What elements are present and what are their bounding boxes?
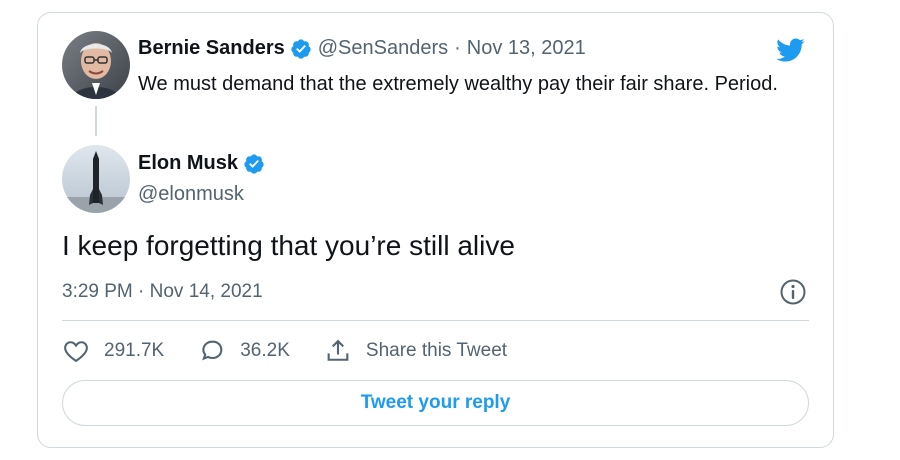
parent-tweet-text: We must demand that the extremely wealth… (138, 73, 778, 95)
verified-badge-icon (290, 38, 312, 60)
parent-tweet-header: Bernie Sanders @SenSanders · Nov 13, 202… (138, 37, 586, 60)
main-author-name[interactable]: Elon Musk (138, 152, 238, 175)
reply-count-button[interactable]: 36.2K (198, 337, 290, 365)
verified-badge-icon (243, 153, 265, 175)
heart-icon (64, 341, 88, 363)
like-button[interactable]: 291.7K (62, 337, 164, 365)
elon-musk-avatar[interactable] (62, 145, 130, 213)
parent-author-handle[interactable]: @SenSanders (318, 37, 448, 60)
reply-bubble-icon (202, 340, 223, 361)
main-tweet-text: I keep forgetting that you’re still aliv… (62, 230, 515, 261)
bernie-sanders-avatar[interactable] (62, 31, 130, 99)
tweet-actions: 291.7K 36.2K Share this Tweet (62, 337, 541, 365)
share-icon (327, 339, 349, 361)
twitter-bird-icon[interactable] (773, 35, 807, 65)
header-separator: · (454, 37, 461, 59)
main-tweet-header: Elon Musk (138, 152, 271, 175)
embedded-tweet-card: Bernie Sanders @SenSanders · Nov 13, 202… (37, 12, 834, 448)
info-icon[interactable] (779, 278, 807, 306)
parent-author-name[interactable]: Bernie Sanders (138, 37, 285, 60)
main-author-handle[interactable]: @elonmusk (138, 183, 244, 206)
reply-count: 36.2K (240, 340, 290, 361)
divider (62, 320, 809, 321)
thread-connector-line (95, 106, 97, 136)
share-label: Share this Tweet (365, 340, 508, 361)
tweet-timestamp[interactable]: 3:29 PM · Nov 14, 2021 (62, 281, 263, 303)
share-button[interactable]: Share this Tweet (324, 337, 507, 365)
parent-tweet-date[interactable]: Nov 13, 2021 (467, 37, 586, 60)
tweet-your-reply-button[interactable]: Tweet your reply (62, 380, 809, 426)
like-count: 291.7K (104, 340, 165, 361)
